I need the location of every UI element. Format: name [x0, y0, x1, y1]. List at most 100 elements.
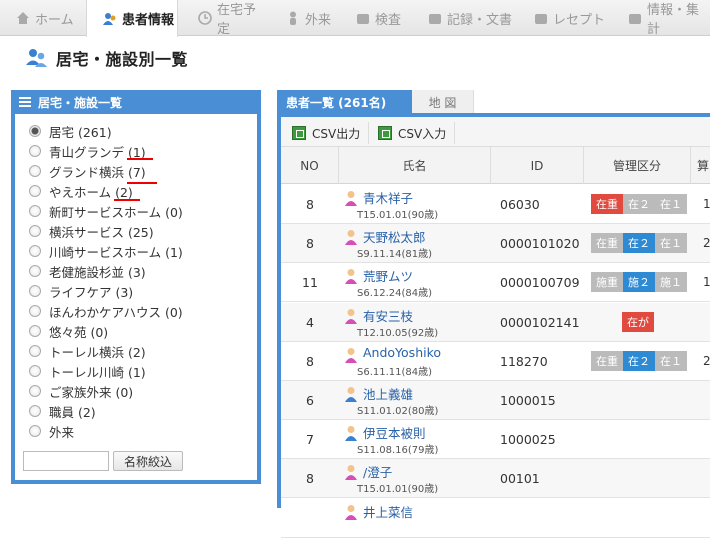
patient-name-link[interactable]: 青木祥子 — [363, 188, 413, 207]
management-badge: 在１ — [655, 350, 687, 371]
facility-radio-option[interactable]: ほんわかケアハウス (0) — [29, 301, 183, 321]
nav-item-0[interactable]: ホーム — [0, 0, 80, 36]
nav-item-label: ホーム — [35, 12, 74, 28]
radio-button[interactable] — [29, 285, 41, 297]
nav-item-5[interactable]: 記録・文書 — [412, 0, 514, 36]
column-header-category[interactable]: 管理区分 — [584, 147, 691, 184]
patient-birthdate: S11.08.16(79歳) — [357, 445, 439, 457]
facility-radio-label: ライフケア (3) — [49, 284, 134, 300]
patient-id: 1000015 — [500, 393, 556, 408]
facility-radio-option[interactable]: 新町サービスホーム (0) — [29, 201, 183, 221]
radio-button[interactable] — [29, 225, 41, 237]
radio-button[interactable] — [29, 365, 41, 377]
patient-name-link[interactable]: 天野松太郎 — [363, 227, 426, 246]
facility-radio-label: 居宅 (261) — [49, 124, 112, 140]
page-title: 居宅・施設別一覧 — [56, 50, 189, 69]
patient-id: 0000101020 — [500, 236, 580, 252]
patient-birthdate: S9.11.14(81歳) — [357, 249, 433, 261]
facility-radio-option[interactable]: 職員 (2) — [29, 401, 96, 421]
patient-id: 00101 — [500, 471, 540, 487]
patient-name-link[interactable]: 池上義雄 — [363, 384, 413, 403]
facility-radio-option[interactable]: 悠々苑 (0) — [29, 321, 108, 341]
csv-export-button[interactable]: CSV出力 — [286, 122, 370, 144]
facility-radio-option[interactable]: 横浜サービス (25) — [29, 221, 154, 241]
patient-icon — [103, 12, 117, 26]
radio-button[interactable] — [29, 125, 41, 137]
radio-button[interactable] — [29, 205, 41, 217]
nav-item-label: 記録・文書 — [447, 12, 513, 28]
image-icon — [356, 11, 370, 25]
nav-item-label: レセプト — [553, 12, 606, 28]
patient-name-link[interactable]: 井上菜信 — [363, 502, 413, 521]
highlight-underline — [114, 199, 140, 201]
facility-radio-option[interactable]: 老健施設杉並 (3) — [29, 261, 146, 281]
facility-radio-option[interactable]: 川崎サービスホーム (1) — [29, 241, 183, 261]
facility-radio-option[interactable]: 外来 — [29, 421, 74, 441]
column-header-no[interactable]: NO — [281, 147, 339, 184]
home-icon — [16, 11, 30, 25]
facility-radio-option[interactable]: グランド横浜 (7) — [29, 161, 146, 181]
highlight-underline — [127, 182, 157, 184]
page-header: 居宅・施設別一覧 — [26, 46, 188, 70]
patient-name-link[interactable]: 荒野ムツ — [363, 266, 413, 285]
row-number: 8 — [306, 236, 314, 252]
radio-button[interactable] — [29, 345, 41, 357]
radio-button[interactable] — [29, 265, 41, 277]
radio-button[interactable] — [29, 165, 41, 177]
male-patient-icon — [344, 425, 358, 442]
facility-radio-option[interactable]: ご家族外来 (0) — [29, 381, 133, 401]
facility-radio-label: トーレル川崎 (1) — [49, 364, 146, 380]
management-badge: 在重 — [591, 350, 623, 371]
patient-id: 06030 — [500, 197, 540, 212]
column-header-name[interactable]: 氏名 — [339, 147, 491, 184]
nav-item-label: 検査 — [375, 12, 402, 28]
patient-birthdate: S6.11.11(84歳) — [357, 366, 433, 378]
nav-item-1[interactable]: 患者情報 — [86, 0, 178, 37]
radio-button[interactable] — [29, 325, 41, 337]
management-badge: 施重 — [591, 272, 623, 293]
patients-icon — [26, 49, 47, 67]
management-badge: 在２ — [623, 194, 655, 214]
facility-radio-option[interactable]: トーレル横浜 (2) — [29, 341, 146, 361]
radio-button[interactable] — [29, 385, 41, 397]
facility-radio-option[interactable]: 居宅 (261) — [29, 121, 112, 141]
radio-button[interactable] — [29, 425, 41, 437]
patient-birthdate: S6.12.24(84歳) — [357, 288, 433, 300]
patient-birthdate: S11.01.02(80歳) — [357, 406, 439, 417]
excel-icon — [292, 126, 306, 140]
column-header-id[interactable]: ID — [491, 147, 584, 184]
facility-radio-label: グランド横浜 (7) — [49, 164, 146, 180]
patient-name-link[interactable]: 有安三枝 — [363, 306, 413, 325]
computer-icon — [628, 11, 642, 25]
patient-name-link[interactable]: 伊豆本被則 — [363, 423, 426, 442]
tab-patient-list[interactable]: 患者一覧 (261名) — [277, 90, 412, 114]
calc-value: 1 — [703, 275, 710, 290]
nav-item-label: 在宅予定 — [217, 3, 257, 37]
column-header-calc[interactable]: 算 — [691, 147, 710, 184]
nav-item-6[interactable]: レセプト — [518, 0, 610, 36]
facility-filter-input[interactable] — [23, 451, 109, 471]
facility-radio-label: 川崎サービスホーム (1) — [49, 244, 183, 260]
nav-item-4[interactable]: 検査 — [340, 0, 410, 36]
clock-icon — [198, 11, 212, 25]
radio-button[interactable] — [29, 185, 41, 197]
filter-button[interactable]: 名称絞込 — [113, 451, 183, 471]
patient-birthdate: T15.01.01(90歳) — [357, 484, 439, 496]
csv-import-button[interactable]: CSV入力 — [372, 122, 456, 144]
row-number: 4 — [306, 314, 314, 330]
facility-radio-option[interactable]: ライフケア (3) — [29, 281, 133, 301]
tab-map[interactable]: 地 図 — [412, 90, 474, 114]
calc-value: 2 — [703, 353, 710, 368]
radio-button[interactable] — [29, 145, 41, 157]
nav-item-7[interactable]: 情報・集計 — [612, 0, 710, 37]
nav-item-2[interactable]: 在宅予定 — [182, 0, 264, 37]
facility-radio-option[interactable]: トーレル川崎 (1) — [29, 361, 146, 381]
radio-button[interactable] — [29, 305, 41, 317]
patient-id: 118270 — [500, 353, 548, 369]
radio-button[interactable] — [29, 245, 41, 257]
patient-name-link[interactable]: /澄子 — [363, 462, 392, 481]
nav-item-3[interactable]: 外来 — [270, 0, 336, 36]
patient-name-link[interactable]: AndoYoshiko — [363, 345, 441, 360]
radio-button[interactable] — [29, 405, 41, 417]
facility-radio-option[interactable]: やえホーム (2) — [29, 181, 133, 201]
